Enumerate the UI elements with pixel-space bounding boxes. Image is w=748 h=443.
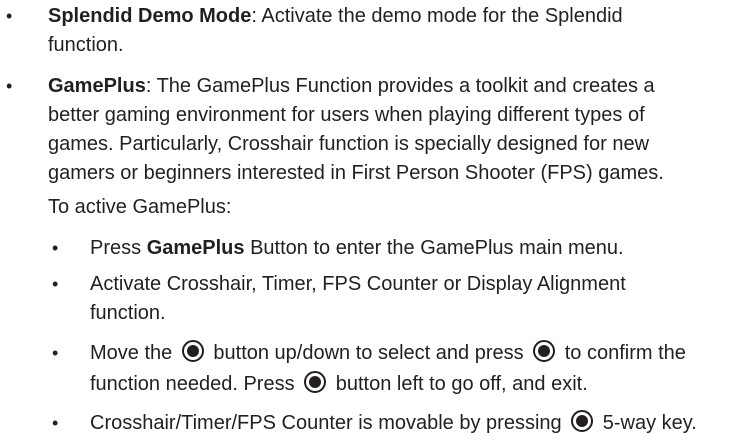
five-way-key-icon xyxy=(533,340,556,362)
step-4-text: Crosshair/Timer/FPS Counter is movable b… xyxy=(90,410,697,434)
gameplus-line-4: gamers or beginners interested in First … xyxy=(48,162,664,184)
five-way-key-icon xyxy=(571,410,594,432)
five-way-key-icon xyxy=(304,371,327,393)
splendid-line-2: function. xyxy=(48,34,124,56)
gameplus-line-3: games. Particularly, Crosshair function … xyxy=(48,133,650,155)
step-1-text: Press GamePlus Button to enter the GameP… xyxy=(90,237,624,259)
bullet: • xyxy=(6,76,13,96)
gameplus-line-1: GamePlus: The GamePlus Function provides… xyxy=(48,75,655,97)
bullet: • xyxy=(52,413,59,433)
bullet: • xyxy=(52,238,59,258)
step-2-line-2: function. xyxy=(90,302,166,324)
gameplus-line-2: better gaming environment for users when… xyxy=(48,104,645,126)
splendid-title: Splendid Demo Mode xyxy=(48,5,252,27)
bullet: • xyxy=(52,343,59,363)
five-way-key-icon xyxy=(181,340,204,362)
splendid-line-1: Splendid Demo Mode: Activate the demo mo… xyxy=(48,5,623,27)
step-2-line-1: Activate Crosshair, Timer, FPS Counter o… xyxy=(90,273,626,295)
gameplus-button-name: GamePlus xyxy=(146,237,245,259)
bullet: • xyxy=(52,274,59,294)
step-3-line-1: Move the button up/down to select and pr… xyxy=(90,340,686,364)
step-3-line-2: function needed. Press button left to go… xyxy=(90,371,588,395)
gameplus-intro: To active GamePlus: xyxy=(48,196,232,218)
bullet: • xyxy=(6,6,13,26)
gameplus-title: GamePlus xyxy=(48,75,146,97)
